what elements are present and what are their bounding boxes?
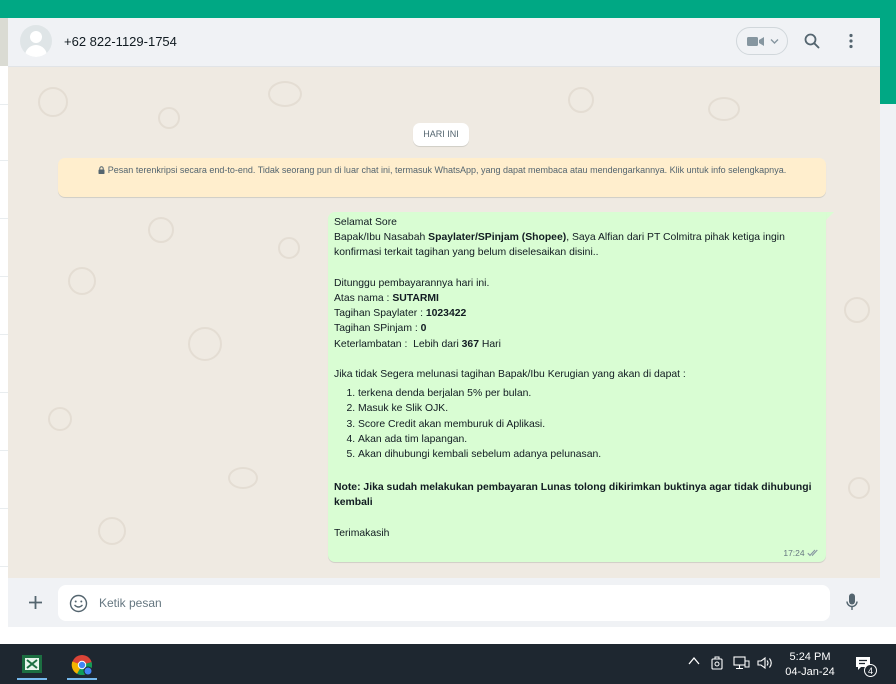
consequence-list: terkena denda berjalan 5% per bulan. Mas… xyxy=(334,386,822,462)
message-input[interactable]: Ketik pesan xyxy=(58,585,830,621)
app-top-bar xyxy=(0,0,896,18)
microphone-icon[interactable] xyxy=(846,593,858,612)
video-call-button[interactable] xyxy=(736,27,788,55)
notification-badge: 4 xyxy=(864,664,877,677)
msg-late: Keterlambatan : Lebih dari 367 Hari xyxy=(334,338,501,350)
message-meta: 17:24 xyxy=(783,548,820,558)
list-item: Akan dihubungi kembali sebelum adanya pe… xyxy=(358,447,822,462)
outgoing-message[interactable]: Selamat Sore Bapak/Ibu Nasabah Spaylater… xyxy=(328,212,826,562)
right-side-strip xyxy=(880,104,896,627)
contact-name[interactable]: +62 822-1129-1754 xyxy=(64,34,177,49)
contact-avatar[interactable] xyxy=(20,25,52,57)
clock-time: 5:24 PM xyxy=(789,651,831,663)
msg-spaylater: Tagihan Spaylater : 1023422 xyxy=(334,308,467,320)
search-icon[interactable] xyxy=(804,33,820,49)
volume-icon[interactable] xyxy=(757,656,774,670)
msg-wait: Ditunggu pembayarannya hari ini. xyxy=(334,277,490,289)
menu-dots-icon[interactable] xyxy=(848,33,854,49)
msg-name: Atas nama : SUTARMI xyxy=(334,293,439,304)
chrome-icon xyxy=(71,655,93,676)
encryption-notice-text: Pesan terenkripsi secara end-to-end. Tid… xyxy=(107,165,787,175)
msg-intro: Bapak/Ibu Nasabah Spaylater/SPinjam (Sho… xyxy=(334,232,785,259)
plus-icon[interactable] xyxy=(28,595,43,610)
spreadsheet-app-icon xyxy=(22,655,42,673)
message-input-placeholder: Ketik pesan xyxy=(99,596,162,610)
video-camera-icon xyxy=(747,37,764,46)
composer-bar: Ketik pesan xyxy=(8,578,880,627)
right-accent-band xyxy=(880,18,896,104)
notification-center-button[interactable]: 4 xyxy=(852,654,878,677)
conversation-header: +62 822-1129-1754 xyxy=(8,18,880,67)
chevron-down-icon xyxy=(770,39,779,44)
network-icon[interactable] xyxy=(733,656,750,670)
list-item: Masuk ke Slik OJK. xyxy=(358,401,822,416)
msg-spinjam: Tagihan SPinjam : 0 xyxy=(334,323,427,335)
msg-closing: Terimakasih xyxy=(334,527,390,539)
read-receipt-icon xyxy=(807,549,818,557)
message-text: Selamat Sore Bapak/Ibu Nasabah Spaylater… xyxy=(334,215,822,541)
taskbar-app-browser[interactable] xyxy=(63,648,101,680)
bubble-tail xyxy=(826,212,834,220)
clock-date: 04-Jan-24 xyxy=(785,666,835,678)
chevron-up-icon[interactable] xyxy=(688,656,700,666)
taskbar-app-spreadsheet[interactable] xyxy=(13,648,51,680)
window-bottom-edge xyxy=(0,627,896,644)
emoji-icon[interactable] xyxy=(69,594,88,613)
date-divider: HARI INI xyxy=(413,123,469,146)
msg-greeting: Selamat Sore xyxy=(334,217,397,228)
msg-warning: Jika tidak Segera melunasi tagihan Bapak… xyxy=(334,369,686,380)
list-item: terkena denda berjalan 5% per bulan. xyxy=(358,386,822,401)
lock-icon xyxy=(98,166,105,174)
list-item: Akan ada tim lapangan. xyxy=(358,432,822,447)
encryption-notice[interactable]: Pesan terenkripsi secara end-to-end. Tid… xyxy=(58,158,826,197)
msg-note: Note: Jika sudah melakukan pembayaran Lu… xyxy=(334,482,812,509)
list-item: Score Credit akan memburuk di Aplikasi. xyxy=(358,417,822,432)
camera-tray-icon[interactable] xyxy=(710,656,724,670)
taskbar-clock[interactable]: 5:24 PM 04-Jan-24 xyxy=(780,650,840,680)
os-taskbar: 5:24 PM 04-Jan-24 4 xyxy=(0,644,896,684)
message-pane[interactable]: HARI INI Pesan terenkripsi secara end-to… xyxy=(8,67,880,578)
message-time: 17:24 xyxy=(783,548,805,558)
